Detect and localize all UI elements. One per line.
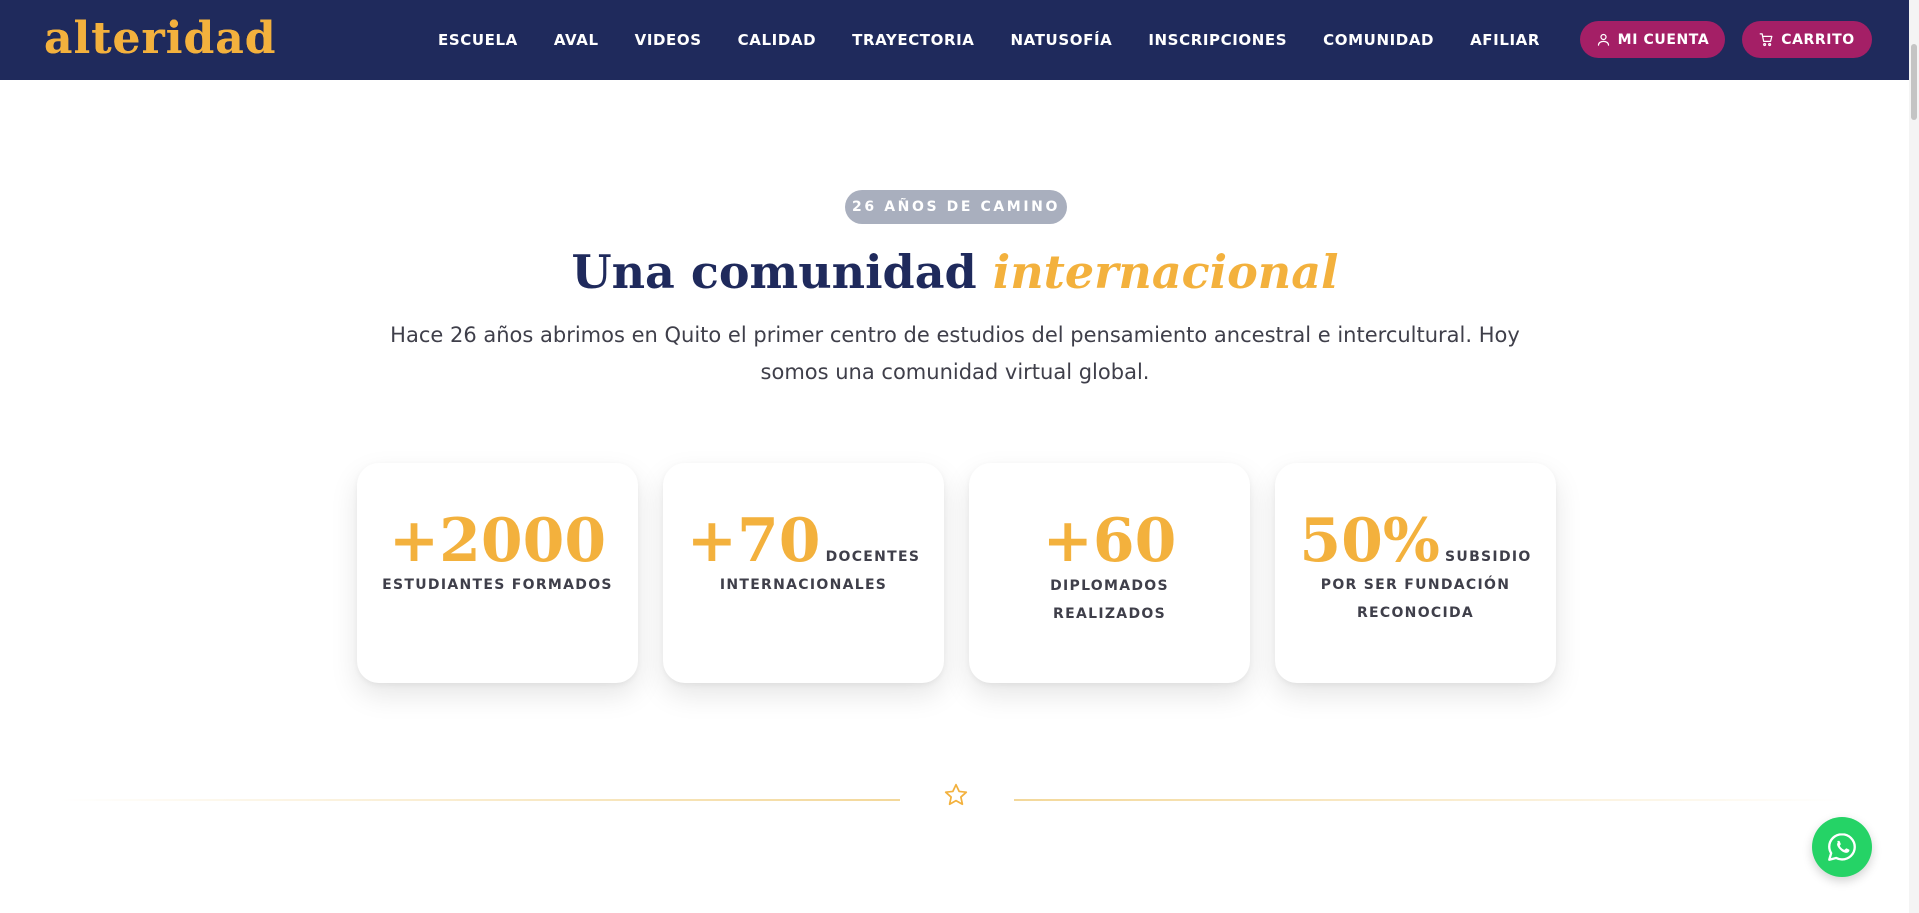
divider-line-right xyxy=(1014,799,1844,801)
star-icon xyxy=(944,783,968,806)
stat-number: +2000 xyxy=(388,506,607,576)
stat-label-inline: DOCENTES xyxy=(825,549,921,565)
cart-button[interactable]: CARRITO xyxy=(1742,21,1872,58)
stat-card-teachers: +70 DOCENTES INTERNACIONALES xyxy=(663,463,944,683)
stat-label: ESTUDIANTES FORMADOS xyxy=(382,577,613,593)
years-badge: 26 AÑOS DE CAMINO xyxy=(845,190,1067,224)
section-title: Una comunidad internacional xyxy=(0,240,1910,304)
stat-number: +70 xyxy=(686,506,821,576)
my-account-button[interactable]: MI CUENTA xyxy=(1580,21,1725,58)
main-nav: ESCUELA AVAL VIDEOS CALIDAD TRAYECTORIA … xyxy=(420,0,1558,80)
stat-label-inline: DIPLOMADOS xyxy=(1050,578,1169,594)
cart-label: CARRITO xyxy=(1781,31,1855,48)
stat-number: +60 xyxy=(1042,506,1177,576)
stat-number: 50% xyxy=(1299,506,1440,576)
cart-icon xyxy=(1759,33,1773,47)
nav-item-inscripciones[interactable]: INSCRIPCIONES xyxy=(1130,31,1305,49)
section-title-main: Una comunidad xyxy=(571,245,993,299)
nav-item-escuela[interactable]: ESCUELA xyxy=(420,31,536,49)
top-navigation-bar: alteridad ESCUELA AVAL VIDEOS CALIDAD TR… xyxy=(0,0,1919,80)
site-logo[interactable]: alteridad xyxy=(44,14,276,64)
section-title-accent: internacional xyxy=(992,245,1339,299)
nav-item-aval[interactable]: AVAL xyxy=(536,31,617,49)
stat-label-inline: SUBSIDIO xyxy=(1445,549,1532,565)
nav-item-natusofia[interactable]: NATUSOFÍA xyxy=(993,31,1131,49)
stat-label: REALIZADOS xyxy=(1053,606,1166,622)
user-icon xyxy=(1597,33,1609,46)
scrollbar-thumb[interactable] xyxy=(1911,44,1917,120)
nav-item-afiliar[interactable]: AFILIAR xyxy=(1452,31,1558,49)
nav-item-comunidad[interactable]: COMUNIDAD xyxy=(1305,31,1452,49)
stat-card-subsidy: 50% SUBSIDIO POR SER FUNDACIÓN RECONOCID… xyxy=(1275,463,1556,683)
section-subtitle: Hace 26 años abrimos en Quito el primer … xyxy=(390,323,1520,384)
nav-item-videos[interactable]: VIDEOS xyxy=(617,31,720,49)
nav-item-calidad[interactable]: CALIDAD xyxy=(720,31,834,49)
nav-item-trayectoria[interactable]: TRAYECTORIA xyxy=(834,31,992,49)
whatsapp-icon xyxy=(1828,833,1856,861)
stat-card-diplomas: +60 DIPLOMADOS REALIZADOS xyxy=(969,463,1250,683)
page-scrollbar[interactable] xyxy=(1909,0,1919,913)
whatsapp-chat-button[interactable] xyxy=(1812,817,1872,877)
divider-line-left xyxy=(60,799,900,801)
my-account-label: MI CUENTA xyxy=(1617,31,1710,48)
stat-label: POR SER FUNDACIÓN RECONOCIDA xyxy=(1320,577,1511,621)
stat-card-students: +2000 ESTUDIANTES FORMADOS xyxy=(357,463,638,683)
